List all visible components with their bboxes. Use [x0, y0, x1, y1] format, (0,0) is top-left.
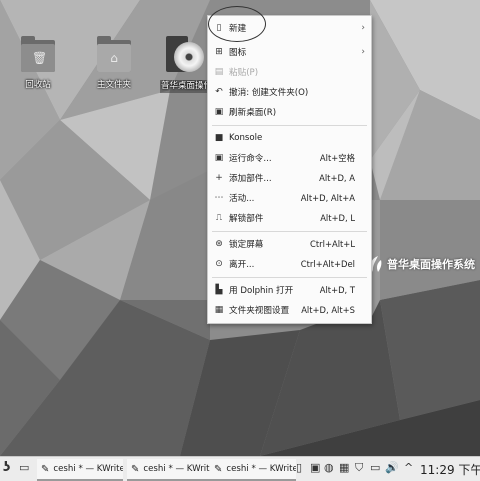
menu-item-icons[interactable]: ⊞ 图标 ›	[208, 42, 371, 61]
menu-item-refresh[interactable]: ▣ 刷新桌面(R)	[208, 102, 371, 121]
menu-item-shortcut: Ctrl+Alt+L	[310, 238, 355, 249]
task-kwrite-2[interactable]: ✎ ceshi * — KWrite	[127, 459, 213, 481]
taskbar: ʖ ▭ ✎ ceshi * — KWrite ✎ ceshi * — KWrit…	[0, 456, 480, 481]
chevron-right-icon: ›	[361, 22, 365, 33]
task-label: ceshi * — KWrite	[143, 464, 213, 474]
kwrite-icon: ✎	[131, 463, 140, 475]
menu-separator	[212, 125, 367, 126]
menu-item-shortcut: Alt+D, L	[320, 212, 355, 223]
refresh-icon: ▣	[214, 106, 224, 117]
device-notifier-icon[interactable]: ▣	[310, 461, 320, 474]
menu-item-add-widget[interactable]: + 添加部件... Alt+D, A	[208, 168, 371, 187]
menu-item-label: 活动...	[229, 193, 255, 204]
brand-logo: 普华桌面操作系统	[369, 256, 475, 272]
menu-item-paste[interactable]: ▤ 粘贴(P)	[208, 62, 371, 81]
menu-item-shortcut: Alt+D, A	[319, 172, 355, 183]
folder-view-settings-icon: ▦	[214, 304, 224, 315]
menu-item-shortcut: Alt+D, Alt+A	[300, 192, 355, 203]
menu-item-label: 添加部件...	[229, 173, 272, 184]
menu-item-activities[interactable]: ⋯ 活动... Alt+D, Alt+A	[208, 188, 371, 207]
chevron-right-icon: ›	[361, 46, 365, 57]
unlock-icon: ⎍	[215, 212, 223, 223]
menu-item-undo[interactable]: ↶ 撤消: 创建文件夹(O)	[208, 82, 371, 101]
menu-item-label: 文件夹视图设置	[229, 305, 290, 316]
start-menu-icon[interactable]: ʖ	[3, 460, 10, 475]
menu-item-konsole[interactable]: ■ Konsole	[208, 128, 371, 147]
desktop-icon-installer[interactable]: 普华桌面操作系统安装程序	[160, 34, 210, 93]
installer-disc-icon	[166, 34, 204, 74]
menu-item-leave[interactable]: ⊙ 离开... Ctrl+Alt+Del	[208, 254, 371, 273]
clock[interactable]: 11:29 下午	[420, 461, 480, 478]
terminal-icon: ■	[214, 132, 224, 143]
activities-icon: ⋯	[214, 192, 224, 203]
brand-text: 普华桌面操作系统	[387, 258, 475, 271]
undo-icon: ↶	[215, 86, 223, 97]
desktop-icon-trash[interactable]: 🗑 回收站	[6, 34, 70, 91]
desktop-icon-label: 回收站	[25, 80, 51, 90]
menu-item-label: 锁定屏幕	[229, 239, 264, 250]
add-widget-icon: +	[215, 172, 223, 183]
kwrite-icon: ✎	[214, 463, 223, 475]
security-shield-icon[interactable]: ⛉	[355, 461, 363, 475]
new-document-icon: ▯	[216, 22, 222, 33]
lock-screen-icon: ⊛	[215, 238, 223, 249]
menu-item-label: Konsole	[229, 132, 263, 143]
menu-item-label: 撤消: 创建文件夹(O)	[229, 87, 309, 98]
run-command-icon: ▣	[214, 152, 224, 163]
menu-item-label: 刷新桌面(R)	[229, 107, 277, 118]
clipboard-icon[interactable]: ▯	[296, 461, 302, 474]
task-label: ceshi * — KWrite	[226, 464, 296, 474]
menu-separator	[212, 231, 367, 232]
menu-item-label: 离开...	[229, 259, 255, 270]
desktop-context-menu: ▯ 新建 › ⊞ 图标 › ▤ 粘贴(P) ↶ 撤消: 创建文件夹(O) ▣ 刷…	[207, 15, 372, 324]
menu-item-lock-screen[interactable]: ⊛ 锁定屏幕 Ctrl+Alt+L	[208, 234, 371, 253]
menu-item-label: 运行命令...	[229, 153, 272, 164]
desktop-icon-home[interactable]: ⌂ 主文件夹	[82, 34, 146, 91]
menu-item-label: 图标	[229, 47, 247, 58]
menu-item-shortcut: Alt+D, Alt+S	[301, 304, 355, 315]
leave-icon: ⊙	[215, 258, 223, 269]
task-label: ceshi * — KWrite	[53, 464, 123, 474]
input-method-icon[interactable]: ▦	[339, 461, 349, 474]
network-icon[interactable]: ◍	[324, 461, 334, 474]
menu-item-label: 解锁部件	[229, 213, 264, 224]
kwrite-icon: ✎	[41, 463, 50, 475]
show-desktop-icon[interactable]: ▭	[19, 461, 29, 474]
icons-view-icon: ⊞	[215, 46, 223, 57]
trash-folder-icon: 🗑	[19, 34, 57, 74]
menu-item-shortcut: Alt+空格	[319, 152, 355, 163]
menu-separator	[212, 277, 367, 278]
desktop-icon-label: 普华桌面操作系统安装程序	[160, 80, 210, 93]
dolphin-icon: ▙	[215, 284, 223, 295]
paste-icon: ▤	[214, 66, 224, 77]
menu-item-open-dolphin[interactable]: ▙ 用 Dolphin 打开 Alt+D, T	[208, 280, 371, 299]
menu-item-folder-view-settings[interactable]: ▦ 文件夹视图设置 Alt+D, Alt+S	[208, 300, 371, 319]
task-kwrite-3[interactable]: ✎ ceshi * — KWrite	[210, 459, 296, 481]
menu-item-label: 新建	[229, 23, 247, 34]
home-folder-icon: ⌂	[95, 34, 133, 74]
task-kwrite-1[interactable]: ✎ ceshi * — KWrite	[37, 459, 123, 481]
menu-item-shortcut: Alt+D, T	[319, 284, 355, 295]
menu-item-unlock-widgets[interactable]: ⎍ 解锁部件 Alt+D, L	[208, 208, 371, 227]
display-icon[interactable]: ▭	[370, 461, 380, 474]
desktop-icon-label: 主文件夹	[96, 80, 131, 90]
menu-item-shortcut: Ctrl+Alt+Del	[300, 258, 355, 269]
tray-expand-icon[interactable]: ^	[404, 461, 413, 474]
menu-item-label: 粘贴(P)	[229, 67, 259, 78]
menu-item-new[interactable]: ▯ 新建 ›	[208, 18, 371, 37]
menu-item-label: 用 Dolphin 打开	[229, 285, 294, 296]
volume-icon[interactable]: 🔊	[385, 461, 399, 474]
menu-item-run-command[interactable]: ▣ 运行命令... Alt+空格	[208, 148, 371, 167]
